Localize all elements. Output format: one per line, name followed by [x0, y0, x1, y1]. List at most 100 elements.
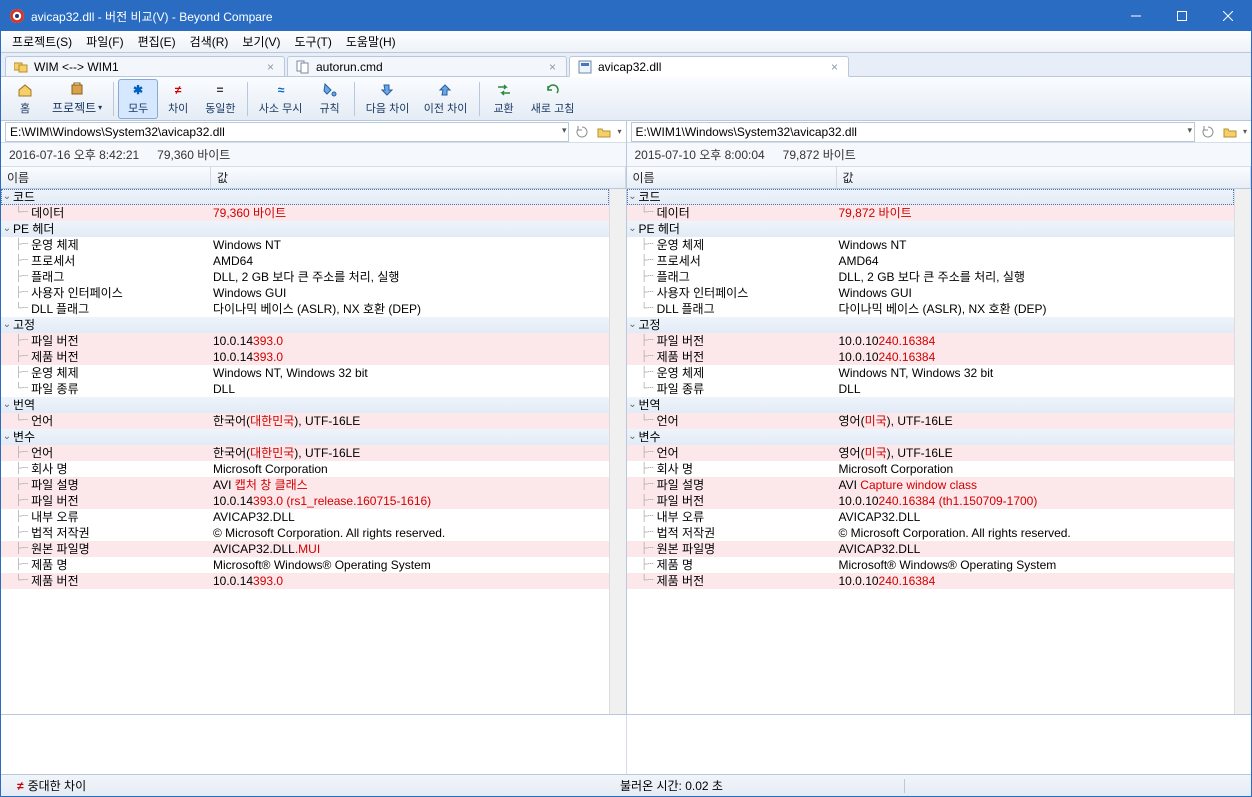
filter-same-button[interactable]: = 동일한: [198, 79, 242, 119]
close-button[interactable]: [1205, 1, 1251, 31]
col-value[interactable]: 값: [837, 167, 1252, 188]
property-row[interactable]: ├┄언어한국어(대한민국), UTF-16LE: [1, 445, 609, 461]
filter-diff-button[interactable]: ≠ 차이: [158, 79, 198, 119]
property-row[interactable]: ├┄제품 명Microsoft® Windows® Operating Syst…: [1, 557, 609, 573]
menu-file[interactable]: 파일(F): [79, 31, 130, 52]
home-button[interactable]: 홈: [5, 79, 45, 119]
chevron-down-icon[interactable]: ▾: [562, 125, 567, 136]
property-row[interactable]: └┄언어영어(미국), UTF-16LE: [627, 413, 1235, 429]
maximize-button[interactable]: [1159, 1, 1205, 31]
chevron-down-icon[interactable]: ▾: [1187, 125, 1192, 136]
property-row[interactable]: ├┄파일 설명AVI Capture window class: [627, 477, 1235, 493]
property-row[interactable]: ├┄제품 명Microsoft® Windows® Operating Syst…: [627, 557, 1235, 573]
browse-button[interactable]: [1221, 123, 1239, 141]
property-row[interactable]: └┄제품 버전10.0.14393.0: [1, 573, 609, 589]
property-row[interactable]: ├┄제품 버전10.0.10240.16384: [627, 349, 1235, 365]
property-row[interactable]: ├┄운영 체제Windows NT, Windows 32 bit: [1, 365, 609, 381]
menu-search[interactable]: 검색(R): [183, 31, 236, 52]
group-row[interactable]: ⌄번역: [627, 397, 1235, 413]
right-tree[interactable]: ⌄코드└┄데이터79,872 바이트⌄PE 헤더├┄운영 체제Windows N…: [627, 189, 1235, 714]
property-row[interactable]: └┄데이터79,872 바이트: [627, 205, 1235, 221]
col-value[interactable]: 값: [211, 167, 626, 188]
swap-button[interactable]: 교환: [484, 79, 524, 119]
property-row[interactable]: ├┄운영 체제Windows NT: [1, 237, 609, 253]
property-row[interactable]: ├┄제품 버전10.0.14393.0: [1, 349, 609, 365]
left-path-input[interactable]: E:\WIM\Windows\System32\avicap32.dll ▾: [5, 122, 569, 142]
property-row[interactable]: ├┄프로세서AMD64: [627, 253, 1235, 269]
group-row[interactable]: ⌄PE 헤더: [1, 221, 609, 237]
property-row[interactable]: └┄파일 종류DLL: [1, 381, 609, 397]
tab-close-icon[interactable]: ×: [547, 60, 558, 74]
property-row[interactable]: └┄DLL 플래그다이나믹 베이스 (ASLR), NX 호환 (DEP): [627, 301, 1235, 317]
filter-all-button[interactable]: ✱ 모두: [118, 79, 158, 119]
property-row[interactable]: └┄언어한국어(대한민국), UTF-16LE: [1, 413, 609, 429]
group-row[interactable]: ⌄코드: [627, 189, 1235, 205]
property-row[interactable]: ├┄회사 명Microsoft Corporation: [627, 461, 1235, 477]
property-row[interactable]: ├┄법적 저작권© Microsoft Corporation. All rig…: [627, 525, 1235, 541]
col-name[interactable]: 이름: [627, 167, 837, 188]
property-row[interactable]: ├┄원본 파일명AVICAP32.DLL.MUI: [1, 541, 609, 557]
property-row[interactable]: ├┄원본 파일명AVICAP32.DLL: [627, 541, 1235, 557]
group-row[interactable]: ⌄고정: [1, 317, 609, 333]
minor-button[interactable]: ≈ 사소 무시: [252, 79, 310, 119]
col-name[interactable]: 이름: [1, 167, 211, 188]
menu-help[interactable]: 도움말(H): [339, 31, 403, 52]
expand-toggle-icon[interactable]: ⌄: [1, 221, 13, 237]
expand-toggle-icon[interactable]: ⌄: [627, 317, 639, 333]
scrollbar[interactable]: [1234, 189, 1251, 714]
prev-diff-button[interactable]: 이전 차이: [417, 79, 475, 119]
property-row[interactable]: ├┄내부 오류AVICAP32.DLL: [627, 509, 1235, 525]
chevron-down-icon[interactable]: ▾: [617, 127, 621, 136]
property-row[interactable]: ├┄플래그DLL, 2 GB 보다 큰 주소를 처리, 실행: [1, 269, 609, 285]
history-button[interactable]: [1199, 123, 1217, 141]
menu-edit[interactable]: 편집(E): [131, 31, 183, 52]
tab-autorun[interactable]: autorun.cmd ×: [287, 56, 567, 76]
tab-wim[interactable]: WIM <--> WIM1 ×: [5, 56, 285, 76]
group-row[interactable]: ⌄고정: [627, 317, 1235, 333]
expand-toggle-icon[interactable]: ⌄: [1, 189, 13, 205]
expand-toggle-icon[interactable]: ⌄: [627, 397, 639, 413]
property-row[interactable]: ├┄파일 버전10.0.14393.0: [1, 333, 609, 349]
property-row[interactable]: └┄데이터79,360 바이트: [1, 205, 609, 221]
scrollbar[interactable]: [609, 189, 626, 714]
menu-view[interactable]: 보기(V): [235, 31, 287, 52]
property-row[interactable]: ├┄법적 저작권© Microsoft Corporation. All rig…: [1, 525, 609, 541]
expand-toggle-icon[interactable]: ⌄: [1, 429, 13, 445]
group-row[interactable]: ⌄PE 헤더: [627, 221, 1235, 237]
menu-tools[interactable]: 도구(T): [287, 31, 338, 52]
group-row[interactable]: ⌄번역: [1, 397, 609, 413]
property-row[interactable]: ├┄사용자 인터페이스Windows GUI: [1, 285, 609, 301]
property-row[interactable]: ├┄운영 체제Windows NT: [627, 237, 1235, 253]
property-row[interactable]: ├┄파일 설명AVI 캡처 창 클래스: [1, 477, 609, 493]
expand-toggle-icon[interactable]: ⌄: [1, 317, 13, 333]
property-row[interactable]: ├┄파일 버전10.0.14393.0 (rs1_release.160715-…: [1, 493, 609, 509]
left-tree[interactable]: ⌄코드└┄데이터79,360 바이트⌄PE 헤더├┄운영 체제Windows N…: [1, 189, 609, 714]
expand-toggle-icon[interactable]: ⌄: [1, 397, 13, 413]
property-row[interactable]: ├┄언어영어(미국), UTF-16LE: [627, 445, 1235, 461]
tab-close-icon[interactable]: ×: [829, 60, 840, 74]
property-row[interactable]: └┄DLL 플래그다이나믹 베이스 (ASLR), NX 호환 (DEP): [1, 301, 609, 317]
refresh-button[interactable]: 새로 고침: [524, 79, 582, 119]
menu-project[interactable]: 프로젝트(S): [5, 31, 79, 52]
property-row[interactable]: ├┄회사 명Microsoft Corporation: [1, 461, 609, 477]
property-row[interactable]: ├┄플래그DLL, 2 GB 보다 큰 주소를 처리, 실행: [627, 269, 1235, 285]
property-row[interactable]: ├┄운영 체제Windows NT, Windows 32 bit: [627, 365, 1235, 381]
tab-avicap32[interactable]: avicap32.dll ×: [569, 56, 849, 77]
property-row[interactable]: ├┄프로세서AMD64: [1, 253, 609, 269]
right-path-input[interactable]: E:\WIM1\Windows\System32\avicap32.dll ▾: [631, 122, 1195, 142]
chevron-down-icon[interactable]: ▾: [1243, 127, 1247, 136]
expand-toggle-icon[interactable]: ⌄: [627, 189, 639, 205]
property-row[interactable]: └┄파일 종류DLL: [627, 381, 1235, 397]
property-row[interactable]: ├┄파일 버전10.0.10240.16384: [627, 333, 1235, 349]
property-row[interactable]: ├┄내부 오류AVICAP32.DLL: [1, 509, 609, 525]
expand-toggle-icon[interactable]: ⌄: [627, 221, 639, 237]
tab-close-icon[interactable]: ×: [265, 60, 276, 74]
property-row[interactable]: ├┄파일 버전10.0.10240.16384 (th1.150709-1700…: [627, 493, 1235, 509]
minimize-button[interactable]: [1113, 1, 1159, 31]
group-row[interactable]: ⌄변수: [1, 429, 609, 445]
property-row[interactable]: ├┄사용자 인터페이스Windows GUI: [627, 285, 1235, 301]
expand-toggle-icon[interactable]: ⌄: [627, 429, 639, 445]
project-button[interactable]: 프로젝트▾: [45, 79, 109, 119]
group-row[interactable]: ⌄변수: [627, 429, 1235, 445]
rules-button[interactable]: 규칙: [310, 79, 350, 119]
